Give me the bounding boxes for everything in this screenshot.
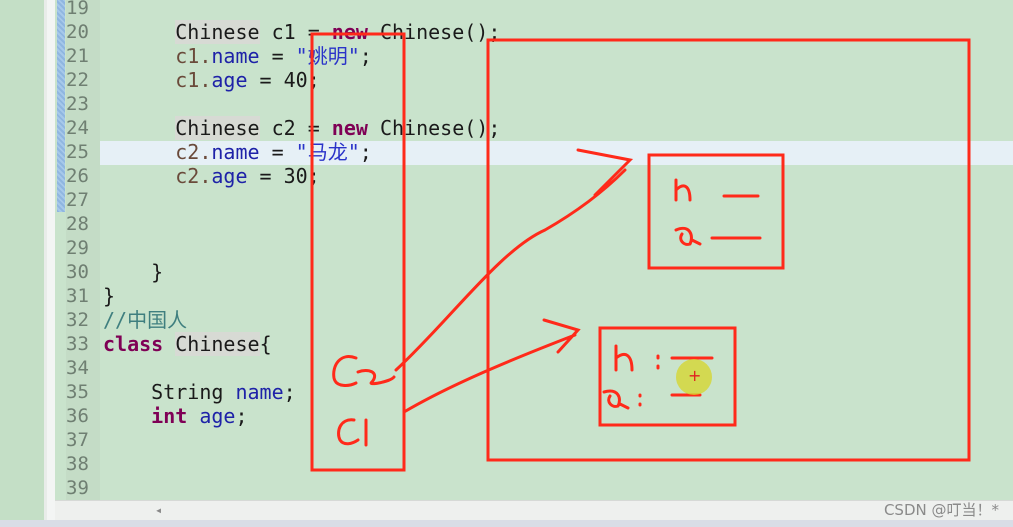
arrow-c2 bbox=[394, 148, 634, 372]
stack-box bbox=[310, 32, 406, 472]
status-bar bbox=[0, 520, 1013, 527]
red-annotations bbox=[310, 32, 971, 472]
obj2-text bbox=[674, 178, 762, 246]
cursor-crosshair-icon: + bbox=[688, 366, 702, 385]
object-box-c2 bbox=[647, 153, 785, 270]
letter-c2 bbox=[332, 355, 396, 387]
heap-box bbox=[486, 38, 971, 462]
watermark: CSDN @叮当！* bbox=[883, 501, 999, 519]
scroll-left-arrow-icon[interactable]: ◂ bbox=[155, 503, 162, 517]
letter-c1 bbox=[337, 418, 368, 447]
object-box-c1 bbox=[598, 326, 737, 427]
horizontal-scrollbar[interactable]: ◂ bbox=[55, 500, 1013, 521]
